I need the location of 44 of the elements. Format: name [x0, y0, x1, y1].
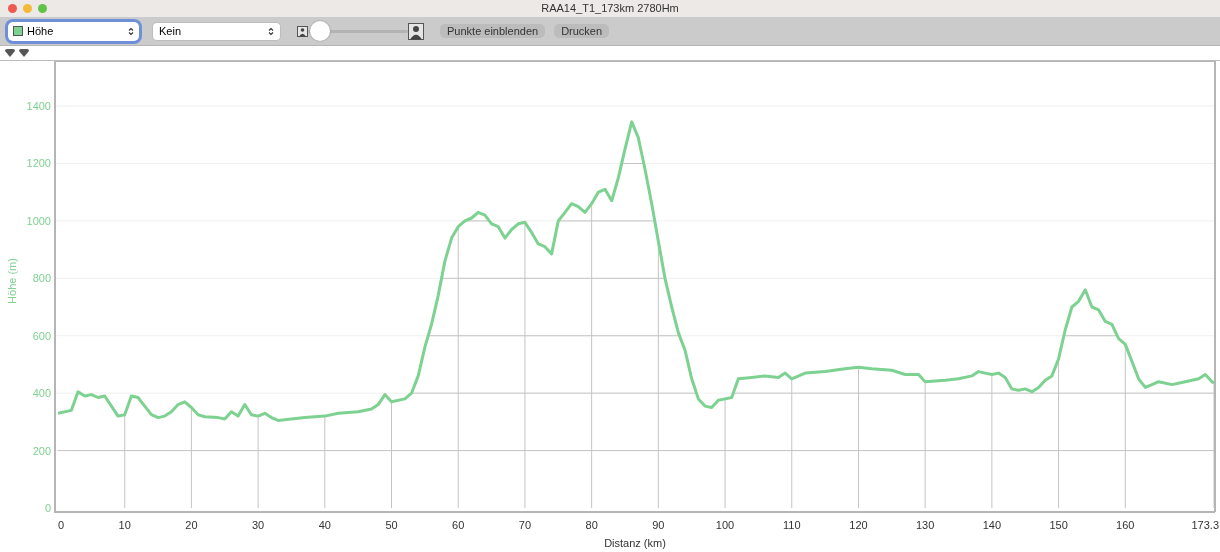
x-tick-label: 110 [783, 519, 801, 531]
x-tick-label: 173.3 [1191, 519, 1219, 531]
updown-icon [128, 26, 134, 36]
large-person-icon [408, 22, 424, 40]
y-tick-label: 800 [32, 272, 51, 285]
y-tick-label: 0 [44, 502, 51, 514]
x-tick-label: 70 [518, 519, 532, 531]
x-tick-label: 10 [118, 519, 131, 531]
minimize-button[interactable] [23, 4, 32, 13]
slider-thumb[interactable] [309, 21, 330, 41]
x-axis-title: Distanz (km) [604, 537, 666, 549]
x-tick-label: 40 [318, 519, 331, 531]
x-tick-label: 130 [916, 519, 935, 531]
x-tick-label: 120 [849, 519, 868, 531]
x-tick-label: 60 [452, 519, 465, 531]
y-tick-label: 400 [32, 387, 51, 400]
window-title: RAA14_T1_173km 2780Hm [541, 1, 679, 17]
y-tick-label: 1000 [26, 214, 51, 227]
marker-icon[interactable] [4, 48, 16, 58]
dropdown[interactable]: Höhe [8, 21, 139, 41]
y-tick-label: 1400 [26, 100, 51, 113]
x-tick-label: 140 [982, 519, 1002, 531]
close-button[interactable] [8, 4, 17, 13]
small-person-icon [297, 25, 308, 37]
x-tick-label: 30 [252, 519, 265, 531]
y-tick-label: 1200 [26, 157, 51, 170]
marker-icon[interactable] [18, 48, 30, 58]
x-tick-label: 90 [652, 519, 665, 531]
x-tick-label: 80 [585, 519, 598, 531]
x-tick-label: 100 [715, 519, 735, 531]
x-tick-label: 150 [1049, 519, 1068, 531]
updown-icon [268, 26, 274, 36]
toolbar-button[interactable]: Drucken [554, 24, 610, 38]
zoom-button[interactable] [38, 4, 47, 13]
x-tick-label: 50 [385, 519, 398, 531]
x-tick-label: 160 [1116, 519, 1135, 531]
slider[interactable] [308, 21, 408, 41]
toolbar-button[interactable]: Punkte einblenden [440, 24, 546, 38]
y-tick-label: 600 [32, 329, 51, 342]
y-axis-title: Höhe (m) [6, 258, 18, 304]
x-tick-label: 20 [185, 519, 198, 531]
dropdown[interactable]: Kein [153, 22, 280, 40]
x-tick-label: 0 [58, 519, 65, 531]
y-tick-label: 200 [32, 444, 51, 457]
